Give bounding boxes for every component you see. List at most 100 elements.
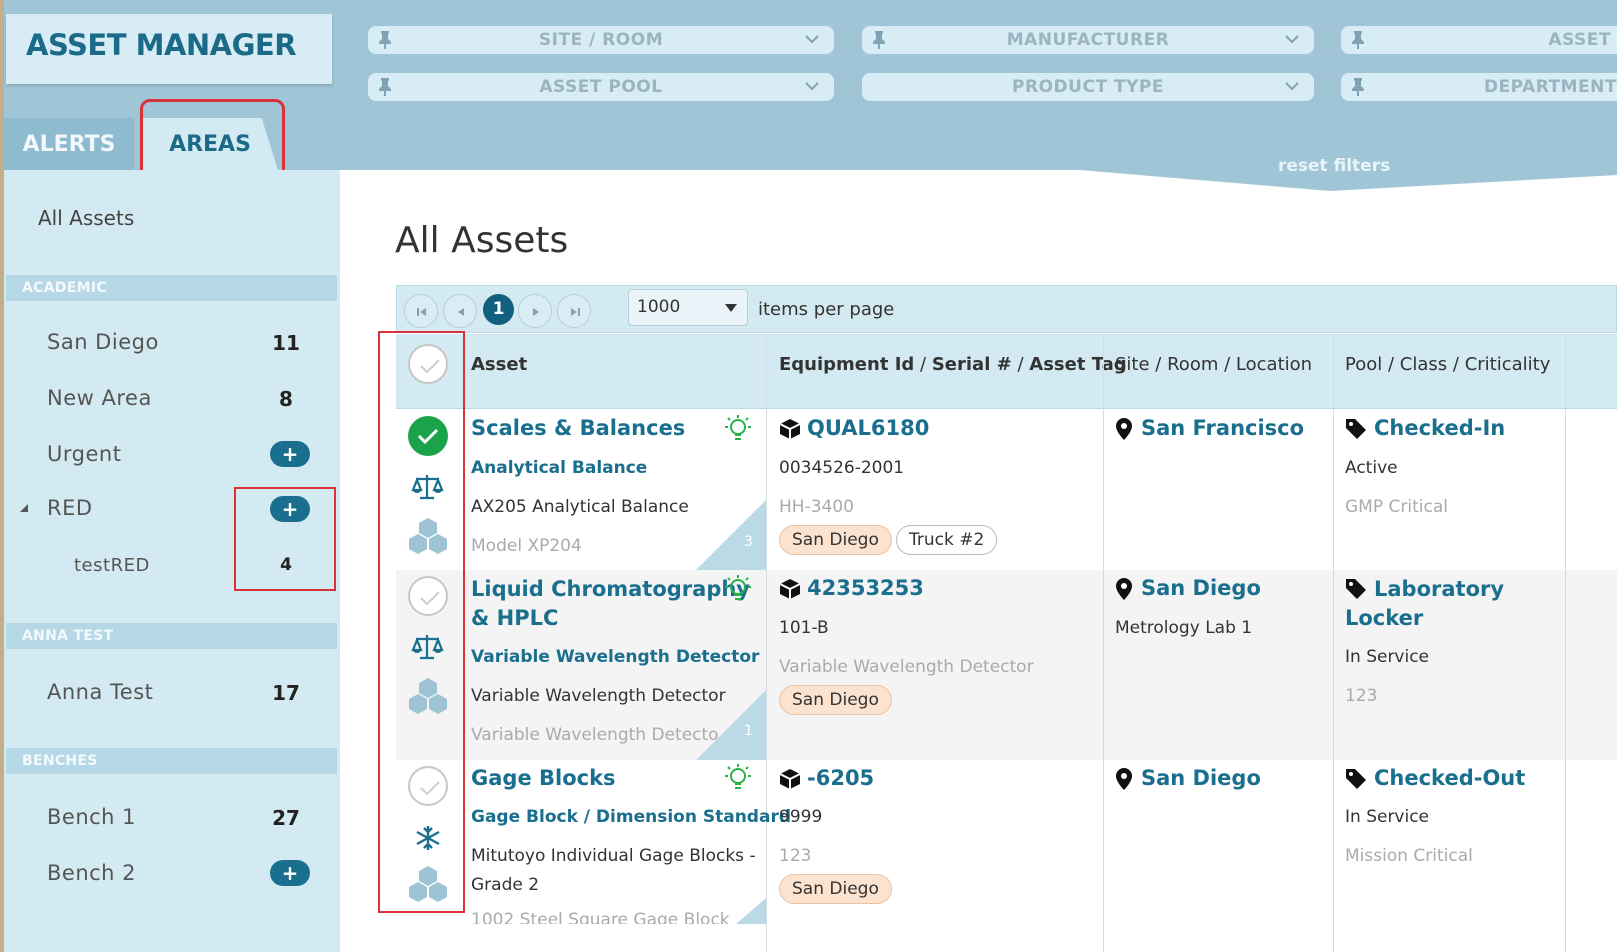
- tag-icon: [1346, 579, 1366, 599]
- collapse-triangle-icon[interactable]: [18, 502, 30, 514]
- column-divider: [1333, 334, 1334, 952]
- filter-label: SITE / ROOM: [538, 30, 664, 50]
- filter-product-type[interactable]: PRODUCT TYPE: [862, 73, 1314, 101]
- site-chip[interactable]: San Diego: [779, 874, 892, 904]
- tab-alerts[interactable]: ALERTS: [4, 118, 134, 170]
- serial-number: 9999: [779, 807, 823, 827]
- next-page-button[interactable]: [518, 294, 552, 328]
- filter-site-room[interactable]: SITE / ROOM: [368, 26, 834, 54]
- add-button[interactable]: +: [270, 441, 310, 467]
- corner-count-tab[interactable]: [736, 898, 766, 924]
- sidebar-item-anna-test[interactable]: Anna Test: [47, 680, 153, 704]
- column-header-site[interactable]: Site / Room / Location: [1115, 354, 1312, 375]
- count-badge: 17: [272, 681, 300, 705]
- pin-icon[interactable]: [378, 77, 392, 97]
- sidebar-item-san-diego[interactable]: San Diego: [47, 330, 159, 354]
- pin-icon[interactable]: [1351, 77, 1365, 97]
- tag-icon: [1346, 769, 1366, 789]
- last-page-icon: [571, 308, 580, 316]
- sidebar-item-new-area[interactable]: New Area: [47, 386, 152, 410]
- count-badge: 27: [272, 806, 300, 830]
- asset-title[interactable]: Scales & Balances: [471, 414, 685, 443]
- chevron-down-icon: [805, 82, 819, 91]
- chevron-down-icon: [805, 35, 819, 44]
- filter-label: PRODUCT TYPE: [1012, 77, 1164, 97]
- asset-description: Variable Wavelength Detector: [471, 686, 726, 706]
- app-logo: ASSET MANAGER: [6, 14, 332, 84]
- filter-manufacturer[interactable]: MANUFACTURER: [862, 26, 1314, 54]
- items-per-page-select[interactable]: 1000: [628, 289, 748, 326]
- sidebar-item-red[interactable]: RED: [47, 496, 93, 520]
- section-header-anna-test: ANNA TEST: [6, 623, 337, 649]
- first-page-button[interactable]: [404, 294, 438, 328]
- corner-count-tab[interactable]: [696, 500, 766, 570]
- current-page[interactable]: 1: [483, 294, 514, 325]
- sidebar-item-bench-1[interactable]: Bench 1: [47, 805, 136, 829]
- asset-model: 1002 Steel Square Gage Block: [471, 910, 730, 924]
- highlight-box-checkbox-column: [378, 331, 465, 913]
- equipment-id[interactable]: -6205: [807, 766, 874, 790]
- asset-tag: 123: [779, 846, 812, 866]
- location-chip[interactable]: Truck #2: [896, 525, 998, 555]
- criticality-value: Mission Critical: [1345, 846, 1473, 866]
- asset-title[interactable]: Gage Blocks: [471, 764, 616, 793]
- highlight-box-red: [234, 487, 336, 591]
- add-button[interactable]: +: [270, 860, 310, 886]
- dropdown-arrow-icon: [725, 304, 737, 312]
- lightbulb-icon[interactable]: [720, 573, 756, 605]
- filter-label: DEPARTMENT: [1483, 77, 1617, 97]
- site-chip[interactable]: San Diego: [779, 685, 892, 715]
- pool-name[interactable]: Checked-In: [1374, 414, 1505, 443]
- site-name[interactable]: San Francisco: [1141, 416, 1304, 440]
- sidebar-item-bench-2[interactable]: Bench 2: [47, 861, 136, 885]
- chevron-down-icon: [1285, 82, 1299, 91]
- asset-subtitle[interactable]: Gage Block / Dimension Standard: [471, 807, 791, 827]
- pool-name[interactable]: Laboratory Locker: [1345, 575, 1504, 633]
- column-header-pool[interactable]: Pool / Class / Criticality: [1345, 354, 1550, 375]
- filter-department[interactable]: DEPARTMENT: [1341, 73, 1617, 101]
- column-divider: [766, 334, 767, 952]
- corner-count-tab[interactable]: [696, 690, 766, 760]
- asset-description: Mitutoyo Individual Gage Blocks - Grade 2: [471, 846, 756, 895]
- last-page-button[interactable]: [557, 294, 591, 328]
- equipment-id[interactable]: 42353253: [807, 576, 924, 600]
- filter-label: ASSET: [1548, 30, 1611, 50]
- map-pin-icon: [1116, 578, 1132, 600]
- asset-title[interactable]: Liquid Chromatography & HPLC: [471, 575, 750, 633]
- reset-filters-link[interactable]: reset filters: [1278, 156, 1390, 176]
- sidebar-item-testred[interactable]: testRED: [74, 555, 150, 576]
- app-title: ASSET MANAGER: [26, 28, 297, 62]
- column-header-equipment[interactable]: Equipment Id / Serial # / Asset Tag: [779, 354, 1127, 375]
- column-header-asset[interactable]: Asset: [471, 354, 527, 375]
- asset-tag: HH-3400: [779, 497, 854, 517]
- banner-wave-overlay: [340, 165, 1617, 191]
- filter-asset-pool[interactable]: ASSET POOL: [368, 73, 834, 101]
- site-chip[interactable]: San Diego: [779, 525, 892, 555]
- asset-subtitle[interactable]: Analytical Balance: [471, 458, 647, 478]
- pin-icon[interactable]: [1351, 30, 1365, 50]
- tag-icon: [1346, 419, 1366, 439]
- column-divider: [1103, 334, 1104, 952]
- sidebar-item-all-assets[interactable]: All Assets: [38, 206, 134, 230]
- serial-number: 101-B: [779, 618, 829, 638]
- items-per-page-value: 1000: [637, 297, 681, 317]
- criticality-value: GMP Critical: [1345, 497, 1448, 517]
- asset-subtitle[interactable]: Variable Wavelength Detector: [471, 647, 759, 667]
- filter-label: ASSET POOL: [539, 77, 663, 97]
- prev-page-button[interactable]: [443, 294, 477, 328]
- first-page-icon: [417, 308, 426, 316]
- lightbulb-icon[interactable]: [720, 413, 756, 445]
- pin-icon[interactable]: [872, 30, 886, 50]
- box-icon: [779, 419, 801, 439]
- site-name[interactable]: San Diego: [1141, 576, 1261, 600]
- lightbulb-icon[interactable]: [720, 762, 756, 794]
- box-icon: [779, 579, 801, 599]
- pin-icon[interactable]: [378, 30, 392, 50]
- sidebar-item-urgent[interactable]: Urgent: [47, 442, 121, 466]
- site-name[interactable]: San Diego: [1141, 766, 1261, 790]
- equipment-id[interactable]: QUAL6180: [807, 416, 929, 440]
- filter-asset[interactable]: ASSET: [1341, 26, 1617, 54]
- page-title: All Assets: [395, 220, 569, 261]
- pool-name[interactable]: Checked-Out: [1374, 764, 1525, 793]
- asset-description: AX205 Analytical Balance: [471, 497, 689, 517]
